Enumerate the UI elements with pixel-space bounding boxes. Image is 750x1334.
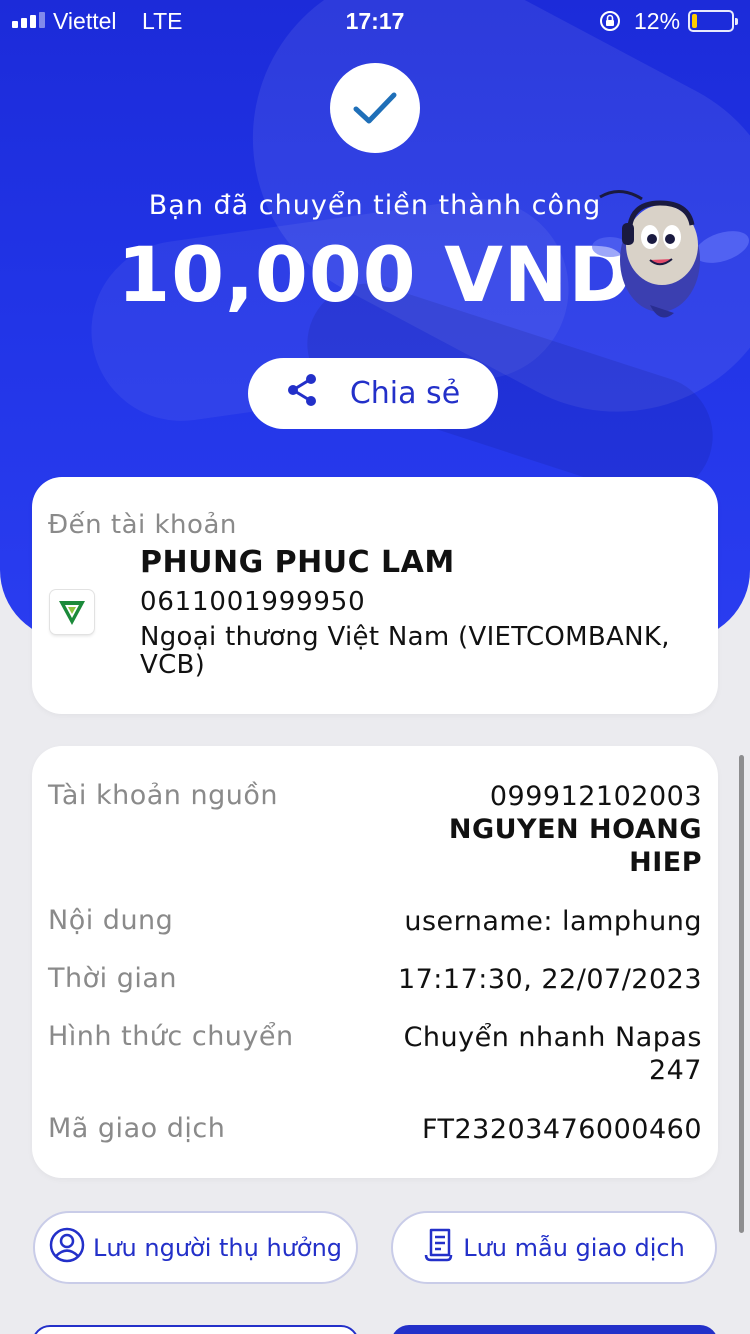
share-label: Chia sẻ (349, 376, 461, 411)
save-template-label: Lưu mẫu giao dịch (463, 1233, 685, 1262)
method-value: Chuyển nhanh Napas 247 (403, 1022, 702, 1086)
save-template-button[interactable]: Lưu mẫu giao dịch (391, 1211, 717, 1284)
share-icon (286, 373, 318, 415)
source-account-number: 099912102003 (489, 781, 702, 812)
transaction-details-card: Tài khoản nguồn 099912102003 NGUYEN HOAN… (32, 746, 718, 1178)
scrollbar[interactable] (739, 755, 744, 1233)
recipient-card: Đến tài khoản PHUNG PHUC LAM 06110019999… (32, 477, 718, 714)
mascot-bee-icon (590, 185, 750, 335)
save-recipient-button[interactable]: Lưu người thụ hưởng (33, 1211, 358, 1284)
battery-icon (688, 10, 738, 32)
secondary-action-button[interactable] (32, 1325, 359, 1334)
method-label: Hình thức chuyển (48, 1021, 294, 1052)
content-value: username: lamphung (404, 906, 702, 937)
detail-row-source: Tài khoản nguồn 099912102003 NGUYEN HOAN… (48, 780, 702, 880)
recipient-account-number: 0611001999950 (140, 587, 366, 617)
time-label: Thời gian (48, 963, 178, 994)
status-bar: Viettel LTE 17:17 12% (0, 0, 750, 42)
transaction-id-value: FT23203476000460 (421, 1114, 702, 1145)
user-icon (49, 1227, 85, 1269)
primary-action-button[interactable] (391, 1325, 718, 1334)
share-button[interactable]: Chia sẻ (248, 358, 498, 429)
recipient-name: PHUNG PHUC LAM (140, 545, 455, 580)
success-check-icon (330, 63, 420, 153)
battery-percent: 12% (634, 8, 681, 34)
time-value: 17:17:30, 22/07/2023 (397, 964, 702, 995)
recipient-label: Đến tài khoản (48, 510, 237, 540)
content-label: Nội dung (48, 905, 174, 936)
source-account-name: NGUYEN HOANG HIEP (448, 814, 702, 878)
recipient-bank: Ngoại thương Việt Nam (VIETCOMBANK, VCB) (140, 622, 670, 680)
transaction-id-label: Mã giao dịch (48, 1113, 226, 1144)
source-account-value: 099912102003 NGUYEN HOANG HIEP (372, 780, 702, 879)
document-icon (423, 1227, 455, 1269)
orientation-lock-icon (599, 10, 621, 38)
save-recipient-label: Lưu người thụ hưởng (92, 1233, 343, 1262)
source-account-label: Tài khoản nguồn (48, 780, 278, 811)
battery-level (692, 14, 697, 28)
vietcombank-logo-icon (50, 590, 94, 634)
